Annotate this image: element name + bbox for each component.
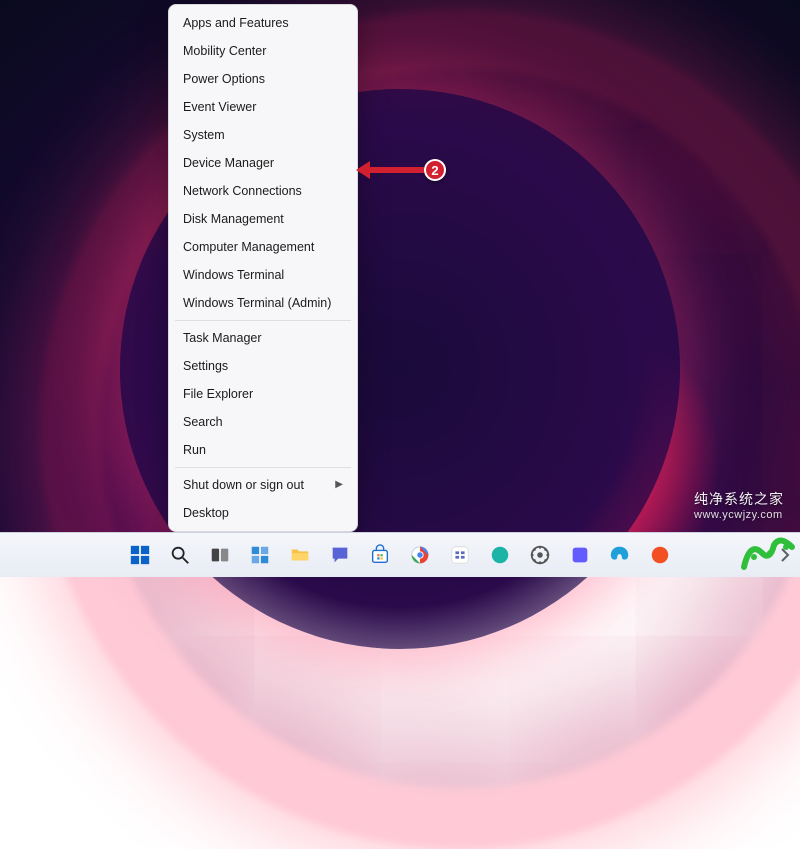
watermark: 纯净系统之家 www.ycwjzy.com [694, 489, 784, 521]
menu-item-desktop[interactable]: Desktop [169, 499, 357, 527]
taskbar [0, 532, 800, 577]
corner-logo [736, 529, 800, 577]
menu-item-label: Apps and Features [183, 15, 289, 31]
chat-icon[interactable] [325, 540, 355, 570]
menu-item-system[interactable]: System [169, 121, 357, 149]
menu-item-settings[interactable]: Settings [169, 352, 357, 380]
pinned-app-icon[interactable] [645, 540, 675, 570]
menu-item-network-connections[interactable]: Network Connections [169, 177, 357, 205]
menu-item-label: File Explorer [183, 386, 253, 402]
watermark-url: www.ycwjzy.com [694, 509, 784, 521]
winx-context-menu: Apps and Features Mobility Center Power … [168, 4, 358, 532]
menu-item-event-viewer[interactable]: Event Viewer [169, 93, 357, 121]
pinned-app-icon[interactable] [525, 540, 555, 570]
menu-item-device-manager[interactable]: Device Manager [169, 149, 357, 177]
menu-item-label: System [183, 127, 225, 143]
menu-item-label: Shut down or sign out [183, 477, 304, 493]
menu-item-power-options[interactable]: Power Options [169, 65, 357, 93]
watermark-title: 纯净系统之家 [694, 491, 784, 507]
pinned-app-icon[interactable] [605, 540, 635, 570]
pinned-app-icon[interactable] [445, 540, 475, 570]
menu-separator [175, 467, 351, 468]
menu-separator [175, 320, 351, 321]
menu-item-run[interactable]: Run [169, 436, 357, 464]
menu-item-windows-terminal[interactable]: Windows Terminal [169, 261, 357, 289]
menu-item-label: Desktop [183, 505, 229, 521]
pinned-app-icon[interactable] [565, 540, 595, 570]
taskbar-icons [125, 540, 675, 570]
annotation-badge-2: 2 [424, 159, 446, 181]
menu-item-task-manager[interactable]: Task Manager [169, 324, 357, 352]
desktop-wallpaper [0, 0, 800, 577]
chevron-right-icon: ▶ [335, 477, 343, 493]
menu-item-label: Event Viewer [183, 99, 256, 115]
search-icon[interactable] [165, 540, 195, 570]
menu-item-label: Run [183, 442, 206, 458]
store-icon[interactable] [365, 540, 395, 570]
menu-item-label: Network Connections [183, 183, 302, 199]
menu-item-search[interactable]: Search [169, 408, 357, 436]
menu-item-label: Device Manager [183, 155, 274, 171]
taskview-icon[interactable] [205, 540, 235, 570]
menu-item-label: Windows Terminal (Admin) [183, 295, 331, 311]
pinned-app-icon[interactable] [405, 540, 435, 570]
menu-item-label: Power Options [183, 71, 265, 87]
pinned-app-icon[interactable] [485, 540, 515, 570]
menu-item-label: Windows Terminal [183, 267, 284, 283]
menu-item-label: Settings [183, 358, 228, 374]
annotation-number: 2 [431, 163, 438, 178]
menu-item-apps-features[interactable]: Apps and Features [169, 9, 357, 37]
menu-item-disk-management[interactable]: Disk Management [169, 205, 357, 233]
menu-item-label: Search [183, 414, 223, 430]
menu-item-windows-terminal-admin[interactable]: Windows Terminal (Admin) [169, 289, 357, 317]
start-button[interactable] [125, 540, 155, 570]
file-explorer-icon[interactable] [285, 540, 315, 570]
menu-item-file-explorer[interactable]: File Explorer [169, 380, 357, 408]
menu-item-shutdown-signout[interactable]: Shut down or sign out ▶ [169, 471, 357, 499]
menu-item-label: Mobility Center [183, 43, 266, 59]
menu-item-label: Computer Management [183, 239, 314, 255]
annotation-arrow-2 [370, 167, 424, 173]
menu-item-label: Task Manager [183, 330, 262, 346]
menu-item-mobility-center[interactable]: Mobility Center [169, 37, 357, 65]
menu-item-computer-management[interactable]: Computer Management [169, 233, 357, 261]
widgets-icon[interactable] [245, 540, 275, 570]
menu-item-label: Disk Management [183, 211, 284, 227]
